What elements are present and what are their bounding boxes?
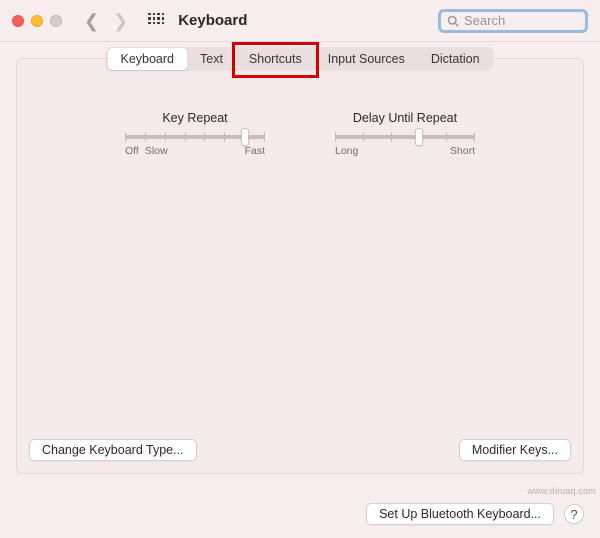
window-controls [12,15,62,27]
panel-buttons: Change Keyboard Type... Modifier Keys... [29,439,571,461]
content-area: Keyboard Text Shortcuts Input Sources Di… [0,42,600,490]
search-icon [447,15,459,27]
change-keyboard-type-button[interactable]: Change Keyboard Type... [29,439,197,461]
delay-repeat-labels: Long Short [335,145,475,157]
modifier-keys-button[interactable]: Modifier Keys... [459,439,571,461]
footer: Set Up Bluetooth Keyboard... ? [0,490,600,538]
tab-bar: Keyboard Text Shortcuts Input Sources Di… [106,47,493,71]
setup-bluetooth-button[interactable]: Set Up Bluetooth Keyboard... [366,503,554,525]
back-button[interactable]: ❮ [84,12,99,30]
tab-dictation[interactable]: Dictation [418,48,493,70]
key-repeat-title: Key Repeat [125,111,265,125]
tab-shortcuts[interactable]: Shortcuts [236,48,315,70]
delay-repeat-group: Delay Until Repeat Long Short [335,111,475,157]
search-placeholder: Search [464,13,505,28]
settings-panel: Keyboard Text Shortcuts Input Sources Di… [16,58,584,474]
forward-button: ❯ [113,12,128,30]
tab-keyboard[interactable]: Keyboard [107,48,187,70]
key-repeat-off-label: Off [125,145,139,157]
sliders-row: Key Repeat Off Slow Fast Delay Until Rep… [17,111,583,157]
close-icon[interactable] [12,15,24,27]
key-repeat-slider[interactable] [125,135,265,139]
key-repeat-fast-label: Fast [245,145,265,157]
minimize-icon[interactable] [31,15,43,27]
key-repeat-slow-label: Slow [145,145,168,157]
tab-input-sources[interactable]: Input Sources [315,48,418,70]
key-repeat-thumb[interactable] [241,128,249,146]
watermark: www.deuaq.com [527,486,596,496]
nav-arrows: ❮ ❯ [84,12,128,30]
delay-repeat-title: Delay Until Repeat [335,111,475,125]
key-repeat-labels: Off Slow Fast [125,145,265,157]
key-repeat-group: Key Repeat Off Slow Fast [125,111,265,157]
help-button[interactable]: ? [564,504,584,524]
apps-grid-icon[interactable] [148,13,164,29]
search-input[interactable]: Search [438,9,588,33]
window-title: Keyboard [178,12,247,29]
delay-repeat-short-label: Short [450,145,475,157]
maximize-icon [50,15,62,27]
titlebar: ❮ ❯ Keyboard Search [0,0,600,42]
delay-repeat-thumb[interactable] [415,128,423,146]
tab-text[interactable]: Text [187,48,236,70]
delay-repeat-slider[interactable] [335,135,475,139]
delay-repeat-long-label: Long [335,145,358,157]
